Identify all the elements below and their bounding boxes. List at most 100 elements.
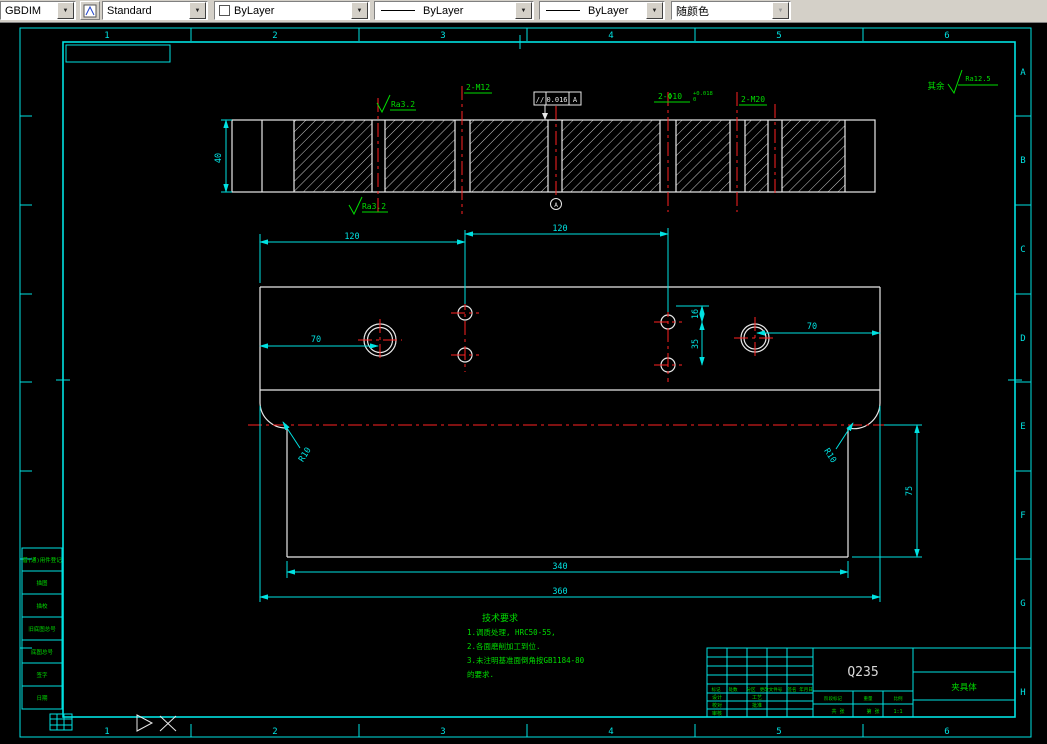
lineweight-dropdown-arrow[interactable]: ▼ [646, 2, 663, 19]
row-label: C [1020, 245, 1025, 255]
tech-line: 的要求. [467, 669, 494, 679]
plan-dim-lines [259, 228, 922, 602]
holes-label: 2-Φ10 [658, 92, 682, 101]
rest-label: 其余 [927, 81, 945, 92]
color-swatch [219, 5, 230, 16]
dim-style-value: GBDIM [5, 4, 42, 17]
dim-width-outer: 360 [552, 587, 567, 597]
rev-header: 年月日 [799, 686, 813, 693]
col-label: 4 [608, 727, 613, 737]
fcf-datum: A [573, 96, 578, 104]
col-label: 6 [944, 31, 949, 41]
linetype-sample-icon [381, 10, 415, 11]
lineweight-value: ByLayer [588, 4, 629, 17]
dim-width-inner: 340 [552, 562, 567, 572]
dim-depth: 75 [905, 486, 915, 496]
text-style-button[interactable] [80, 1, 100, 20]
sig-label: 工艺 [752, 695, 762, 701]
tech-line: 3.未注明基准面倒角按GB1184-80 [467, 655, 585, 665]
attachment-frame [65, 44, 171, 63]
scale-value: 1:1 [893, 709, 902, 715]
rev-header: 处数 [729, 686, 738, 693]
plot-style-dropdown-arrow: ▼ [772, 2, 789, 19]
color-combo[interactable]: ByLayer ▼ [214, 1, 370, 20]
thread-right-label: 2-M20 [741, 95, 765, 104]
col-label: 1 [104, 31, 109, 41]
surface-finish-icon [947, 69, 963, 95]
text-style-icon [83, 4, 97, 17]
dim-style-dropdown-arrow[interactable]: ▼ [57, 2, 74, 19]
lineweight-sample-icon [546, 10, 580, 11]
row-label: A [1020, 68, 1026, 78]
weight-label: 重量 [864, 695, 873, 702]
plan-dim-texts: 120 120 70 70 16 35 75 340 360 R10 R10 [297, 224, 915, 597]
surface-finish-icon [348, 196, 363, 216]
linetype-dropdown-arrow[interactable]: ▼ [515, 2, 532, 19]
plan-centerlines [248, 296, 892, 426]
rev-header: 更改文件号 [760, 686, 783, 693]
col-label: 3 [440, 727, 445, 737]
dim-style-combo[interactable]: GBDIM ▼ [0, 1, 76, 20]
col-label: 2 [272, 727, 277, 737]
part-name: 夹具体 [951, 682, 977, 693]
tech-line: 2.各面磨削加工到位. [467, 641, 541, 651]
scale-label: 比例 [894, 695, 903, 702]
dim-height: 40 [214, 153, 224, 163]
row-label: H [1020, 688, 1025, 698]
fcf-tolerance: 0.016 [546, 96, 567, 104]
col-label: 5 [776, 31, 781, 41]
properties-toolbar: GBDIM ▼ Standard ▼ ByLayer ▼ ByLayer ▼ B… [0, 0, 1047, 23]
tech-requirements: 技术要求 1.调质处理, HRC50-55, 2.各面磨削加工到位. 3.未注明… [467, 612, 585, 679]
rev-header: 标记 [712, 686, 721, 693]
text-style-combo[interactable]: Standard ▼ [102, 1, 208, 20]
margin-field-table: 借(通)用件登记 描图 描校 旧底图总号 底图总号 签字 日期 [21, 547, 63, 710]
plan-view: 120 120 70 70 16 35 75 340 360 R10 R10 [248, 224, 922, 602]
holes-tol-lower: 0 [693, 97, 696, 103]
datum-symbol: A [550, 198, 562, 210]
col-label: 6 [944, 727, 949, 737]
sheet-total: 共 张 [831, 708, 844, 715]
material-spec: Q235 [847, 665, 878, 680]
sig-label: 批准 [752, 702, 762, 709]
dim-offset-small: 16 [691, 309, 701, 319]
margin-field: 借(通)用件登记 [22, 556, 62, 564]
margin-field: 描校 [36, 602, 48, 610]
margin-field: 旧底图总号 [28, 625, 56, 633]
title-block: Q235 夹具体 标记 处数 分区 更改文件号 签名 年月日 设计 校对 审核 … [706, 647, 1016, 718]
linetype-combo[interactable]: ByLayer ▼ [374, 1, 534, 20]
lineweight-combo[interactable]: ByLayer ▼ [539, 1, 665, 20]
margin-field: 签字 [36, 671, 48, 679]
col-label: 3 [440, 31, 445, 41]
drawing-canvas[interactable]: 1 2 3 4 5 6 1 2 3 4 5 6 A B C D E F G H … [0, 0, 1047, 744]
row-label: E [1020, 422, 1025, 432]
dim-edge-right: 70 [807, 322, 817, 332]
stage-label: 阶段标记 [824, 695, 842, 702]
ra-bottom-label: Ra3.2 [362, 202, 386, 211]
datum-label: A [554, 202, 558, 209]
color-value: ByLayer [234, 4, 275, 17]
ra-top-label: Ra3.2 [391, 100, 415, 109]
text-style-value: Standard [107, 4, 152, 17]
linetype-value: ByLayer [423, 4, 464, 17]
section-view: 40 Ra3.2 2-M12 2-Φ10 +0.018 0 2-M20 Ra3.… [214, 83, 876, 216]
row-label: G [1020, 599, 1025, 609]
sheet-number: 第 张 [866, 708, 879, 715]
default-surface-note: 其余 Ra12.5 [927, 69, 998, 95]
dim-radius-right: R10 [821, 447, 838, 465]
surface-finish-icon [376, 94, 391, 114]
col-label: 4 [608, 31, 613, 41]
feature-control-frame: // 0.016 A [533, 91, 582, 120]
sig-label: 校对 [712, 702, 722, 709]
margin-field: 底图总号 [31, 648, 54, 656]
rev-header: 签名 [788, 686, 797, 693]
row-label: B [1020, 156, 1025, 166]
rev-header: 分区 [747, 686, 756, 693]
color-dropdown-arrow[interactable]: ▼ [351, 2, 368, 19]
sig-label: 设计 [712, 694, 722, 701]
text-style-dropdown-arrow[interactable]: ▼ [189, 2, 206, 19]
fcf-symbol: // [536, 96, 544, 104]
margin-field: 描图 [36, 579, 48, 587]
cad-window: 1 2 3 4 5 6 1 2 3 4 5 6 A B C D E F G H … [0, 0, 1047, 744]
dim-radius-left: R10 [297, 446, 314, 464]
plot-style-combo: 随颜色 ▼ [671, 1, 791, 20]
